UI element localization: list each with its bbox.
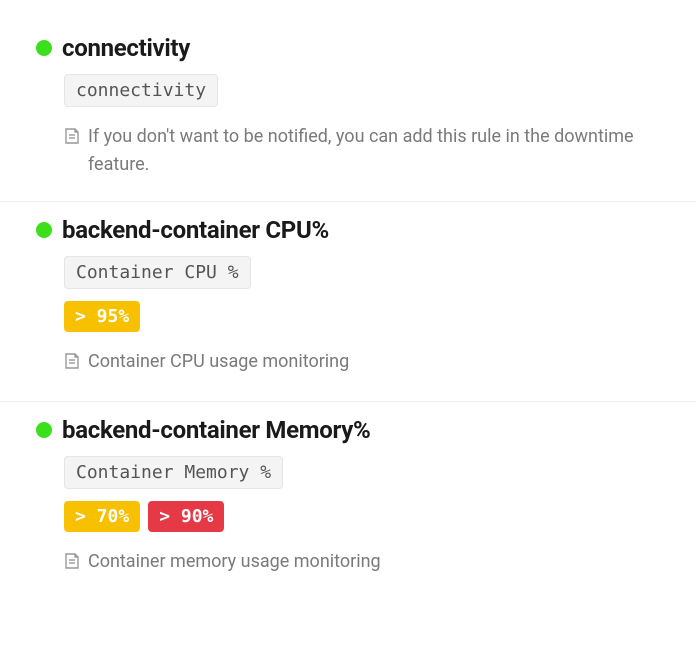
description-text: If you don't want to be notified, you ca… bbox=[88, 123, 648, 179]
monitor-item[interactable]: backend-container Memory% Container Memo… bbox=[0, 402, 696, 601]
title-row: backend-container Memory% bbox=[36, 416, 660, 444]
monitor-title: backend-container CPU% bbox=[62, 216, 329, 244]
monitor-item[interactable]: backend-container CPU% Container CPU % >… bbox=[0, 202, 696, 402]
description-text: Container memory usage monitoring bbox=[88, 548, 381, 576]
metric-label: Container CPU % bbox=[64, 256, 251, 289]
status-dot-ok bbox=[36, 40, 52, 56]
metric-row: Container CPU % bbox=[64, 256, 660, 289]
metric-label: connectivity bbox=[64, 74, 218, 107]
status-dot-ok bbox=[36, 422, 52, 438]
note-icon bbox=[64, 351, 80, 379]
note-icon bbox=[64, 551, 80, 579]
metric-row: Container Memory % bbox=[64, 456, 660, 489]
status-dot-ok bbox=[36, 222, 52, 238]
threshold-row: > 95% bbox=[64, 301, 660, 332]
description-row: If you don't want to be notified, you ca… bbox=[64, 123, 660, 179]
description-row: Container memory usage monitoring bbox=[64, 548, 660, 579]
threshold-badge-warning: > 70% bbox=[64, 501, 140, 532]
threshold-row: > 70% > 90% bbox=[64, 501, 660, 532]
monitor-title: connectivity bbox=[62, 34, 190, 62]
threshold-badge-critical: > 90% bbox=[148, 501, 224, 532]
title-row: backend-container CPU% bbox=[36, 216, 660, 244]
note-icon bbox=[64, 126, 80, 154]
monitor-list: connectivity connectivity If you don't w… bbox=[0, 0, 696, 601]
monitor-item[interactable]: connectivity connectivity If you don't w… bbox=[0, 20, 696, 202]
threshold-badge-warning: > 95% bbox=[64, 301, 140, 332]
title-row: connectivity bbox=[36, 34, 660, 62]
metric-row: connectivity bbox=[64, 74, 660, 107]
monitor-title: backend-container Memory% bbox=[62, 416, 370, 444]
description-row: Container CPU usage monitoring bbox=[64, 348, 660, 379]
description-text: Container CPU usage monitoring bbox=[88, 348, 349, 376]
metric-label: Container Memory % bbox=[64, 456, 283, 489]
